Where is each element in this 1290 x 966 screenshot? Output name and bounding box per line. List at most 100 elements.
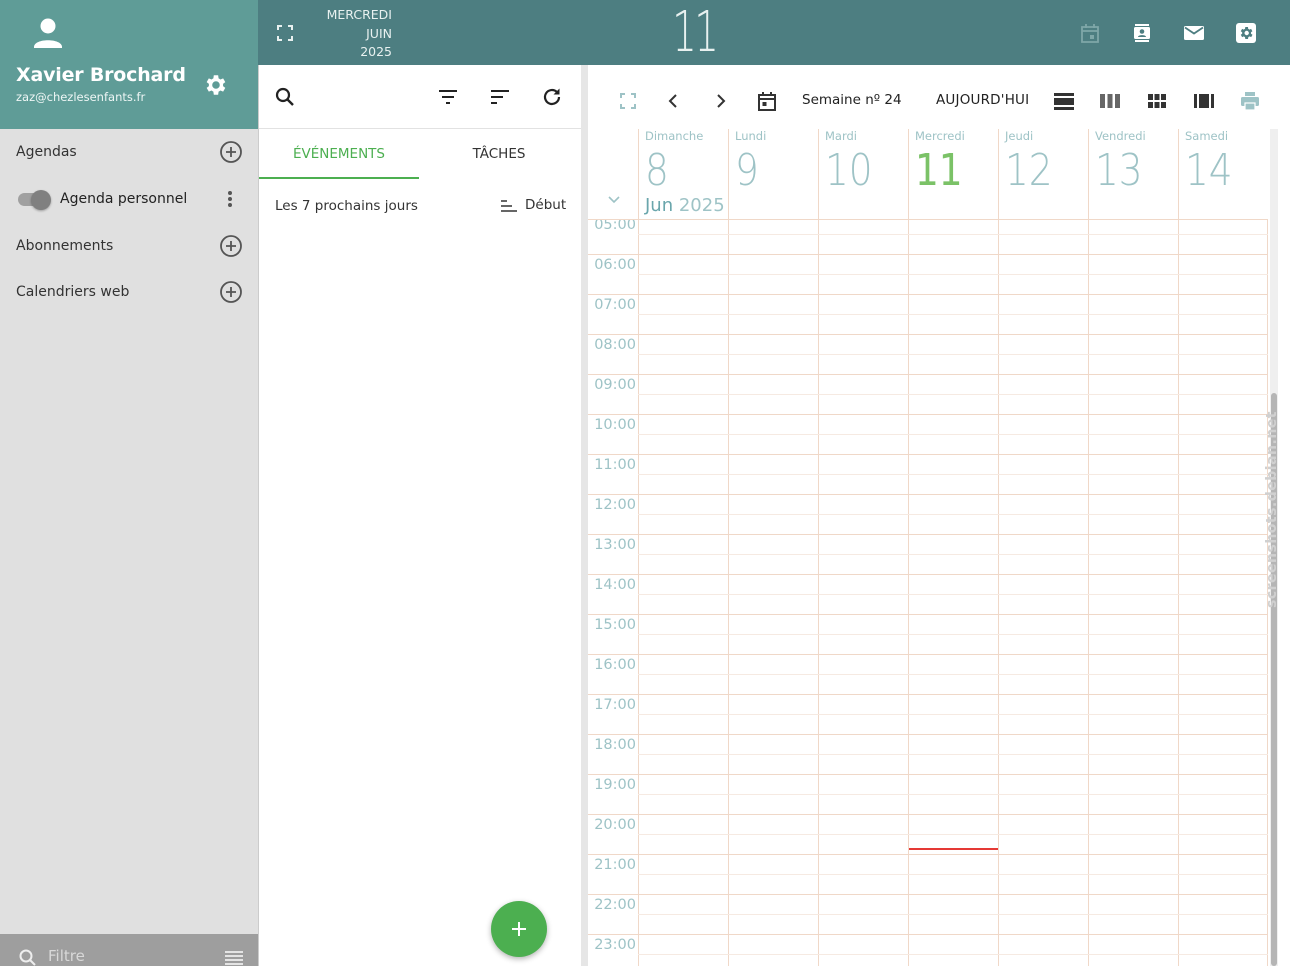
hour-line bbox=[588, 614, 1268, 615]
half-hour-line bbox=[638, 234, 1268, 235]
day-number: 9 bbox=[735, 145, 759, 196]
panel-divider[interactable] bbox=[581, 65, 588, 966]
day-header-tuesday[interactable]: Mardi 10 bbox=[818, 129, 908, 219]
fullscreen-icon[interactable] bbox=[616, 89, 640, 113]
add-circle-icon[interactable] bbox=[219, 234, 243, 258]
add-circle-icon[interactable] bbox=[219, 280, 243, 304]
hour-label: 14:00 bbox=[594, 577, 636, 593]
mail-icon[interactable] bbox=[1182, 21, 1206, 45]
month-view-icon[interactable] bbox=[1145, 89, 1169, 113]
sidebar-item-agendas[interactable]: Agendas bbox=[0, 132, 258, 172]
day-number: 11 bbox=[915, 145, 963, 196]
hour-line bbox=[588, 854, 1268, 855]
hour-line bbox=[588, 934, 1268, 935]
menu-icon[interactable] bbox=[224, 950, 244, 966]
settings-icon[interactable] bbox=[1234, 21, 1258, 45]
hour-label: 11:00 bbox=[594, 457, 636, 473]
today-button[interactable]: AUJOURD'HUI bbox=[936, 92, 1029, 108]
day-header-monday[interactable]: Lundi 9 bbox=[728, 129, 818, 219]
hour-line bbox=[588, 414, 1268, 415]
month-year: 2025 bbox=[678, 195, 725, 216]
half-hour-line bbox=[638, 554, 1268, 555]
half-hour-line bbox=[638, 674, 1268, 675]
watermark-text: screenshots.debian.net bbox=[1264, 411, 1280, 608]
more-vertical-icon[interactable] bbox=[220, 188, 240, 210]
day-view-icon[interactable] bbox=[1052, 89, 1076, 113]
header-weekday: MERCREDI bbox=[326, 7, 392, 22]
half-hour-line bbox=[638, 714, 1268, 715]
sidebar-item-subscriptions[interactable]: Abonnements bbox=[0, 226, 258, 266]
add-event-button[interactable] bbox=[491, 901, 547, 957]
chevron-right-icon[interactable] bbox=[708, 89, 732, 113]
tab-events[interactable]: ÉVÉNEMENTS bbox=[259, 129, 419, 179]
print-icon[interactable] bbox=[1238, 89, 1262, 113]
week-view-icon[interactable] bbox=[1098, 89, 1122, 113]
hour-line bbox=[588, 734, 1268, 735]
period-label[interactable]: Les 7 prochains jours bbox=[275, 198, 418, 214]
tab-tasks[interactable]: TÂCHES bbox=[419, 129, 579, 179]
day-headers: Dimanche 8 Lundi 9 Mardi 10 Mercredi 11 … bbox=[588, 129, 1280, 219]
week-label: Semaine nº 24 bbox=[802, 92, 902, 108]
contacts-icon[interactable] bbox=[1130, 21, 1154, 45]
sort-start-label: Début bbox=[525, 197, 567, 213]
hour-label: 16:00 bbox=[594, 657, 636, 673]
half-hour-line bbox=[638, 274, 1268, 275]
avatar[interactable] bbox=[30, 16, 66, 50]
sort-start-button[interactable]: Début bbox=[499, 194, 569, 218]
chevron-left-icon[interactable] bbox=[662, 89, 686, 113]
time-grid[interactable]: 05:00 06:00 07:00 08:00 09:00 10:00 11:00 12:00… bbox=[588, 219, 1268, 966]
sidebar-item-label: Abonnements bbox=[16, 238, 114, 254]
half-hour-line bbox=[638, 914, 1268, 915]
day-name: Lundi bbox=[735, 129, 767, 143]
hour-label: 15:00 bbox=[594, 617, 636, 633]
calendar-icon[interactable] bbox=[1078, 21, 1102, 45]
half-hour-line bbox=[638, 354, 1268, 355]
sidebar: Xavier Brochard zaz@chezlesenfants.fr Ag… bbox=[0, 0, 258, 966]
hour-label: 13:00 bbox=[594, 537, 636, 553]
day-header-friday[interactable]: Vendredi 13 bbox=[1088, 129, 1178, 219]
multi-column-view-icon[interactable] bbox=[1192, 89, 1216, 113]
day-number: 12 bbox=[1005, 145, 1053, 196]
sidebar-item-personal-agenda[interactable]: Agenda personnel bbox=[0, 179, 258, 219]
filter-icon[interactable] bbox=[436, 85, 460, 109]
hour-label: 21:00 bbox=[594, 857, 636, 873]
day-header-thursday[interactable]: Jeudi 12 bbox=[998, 129, 1088, 219]
agenda-toggle[interactable] bbox=[16, 190, 52, 210]
day-header-saturday[interactable]: Samedi 14 bbox=[1178, 129, 1268, 219]
hour-line bbox=[588, 454, 1268, 455]
sidebar-item-web-calendars[interactable]: Calendriers web bbox=[0, 272, 258, 312]
hour-line bbox=[588, 654, 1268, 655]
hour-label: 09:00 bbox=[594, 377, 636, 393]
filter-input[interactable] bbox=[48, 946, 208, 966]
current-time-indicator bbox=[909, 848, 998, 850]
day-header-wednesday[interactable]: Mercredi 11 bbox=[908, 129, 998, 219]
half-hour-line bbox=[638, 594, 1268, 595]
search-icon[interactable] bbox=[273, 85, 297, 109]
fullscreen-icon[interactable] bbox=[276, 24, 294, 42]
sidebar-item-label: Calendriers web bbox=[16, 284, 130, 300]
hour-label: 12:00 bbox=[594, 497, 636, 513]
add-circle-icon[interactable] bbox=[219, 140, 243, 164]
hour-label: 22:00 bbox=[594, 897, 636, 913]
hour-label: 18:00 bbox=[594, 737, 636, 753]
half-hour-line bbox=[638, 514, 1268, 515]
refresh-icon[interactable] bbox=[540, 85, 564, 109]
sort-icon[interactable] bbox=[488, 85, 512, 109]
header-date: MERCREDI JUIN 2025 bbox=[318, 6, 392, 62]
chevron-down-icon[interactable] bbox=[606, 193, 622, 207]
user-card: Xavier Brochard zaz@chezlesenfants.fr bbox=[0, 0, 258, 129]
hour-label: 06:00 bbox=[594, 257, 636, 273]
calendar-icon[interactable] bbox=[755, 89, 779, 113]
week-calendar: Semaine nº 24 AUJOURD'HUI Dimanche 8 Lun… bbox=[588, 73, 1280, 966]
hour-line bbox=[588, 374, 1268, 375]
user-name: Xavier Brochard bbox=[16, 64, 186, 86]
hour-label: 10:00 bbox=[594, 417, 636, 433]
gear-icon[interactable] bbox=[202, 72, 228, 98]
half-hour-line bbox=[638, 474, 1268, 475]
hour-label: 20:00 bbox=[594, 817, 636, 833]
day-name: Mardi bbox=[825, 129, 857, 143]
day-name: Samedi bbox=[1185, 129, 1229, 143]
add-icon bbox=[512, 922, 526, 936]
day-number: 10 bbox=[825, 145, 873, 196]
month-label: Jun 2025 bbox=[645, 195, 725, 216]
